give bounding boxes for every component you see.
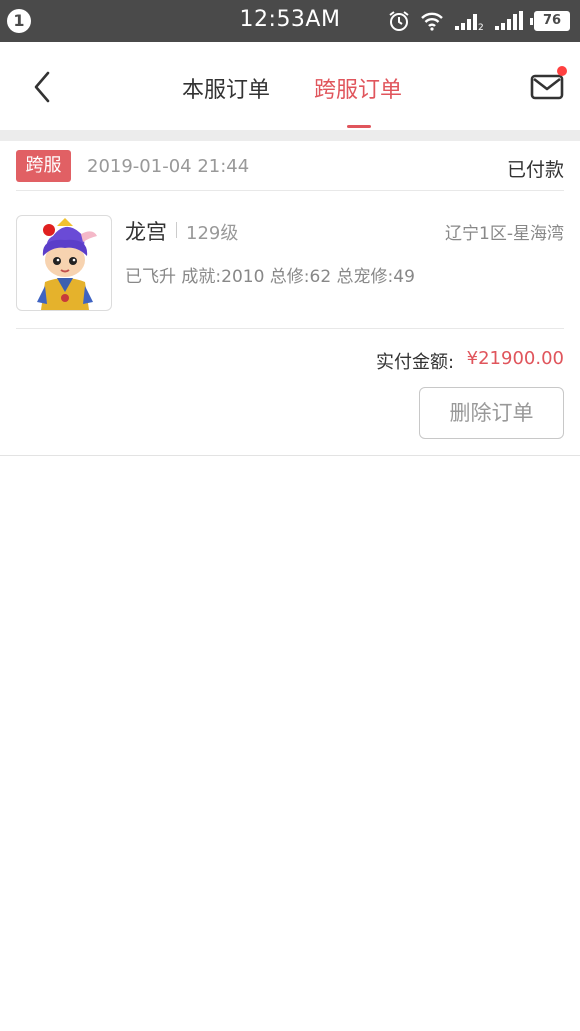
battery-icon: 76 (530, 11, 570, 31)
active-tab-indicator (347, 125, 371, 128)
role-name: 龙宫 (125, 220, 167, 244)
divider (0, 455, 580, 456)
payment-label: 实付金额: (376, 352, 455, 373)
order-type-badge: 跨服 (16, 150, 71, 182)
role-stats: 已飞升 成就:2010 总修:62 总宠修:49 (125, 267, 415, 287)
alarm-icon (388, 10, 410, 32)
divider (16, 328, 564, 329)
signal-icon-sim2: 2 (454, 11, 484, 31)
order-status: 已付款 (506, 159, 564, 181)
signal-icon-sim1 (494, 11, 524, 31)
top-nav-bar: 本服订单 跨服订单 (0, 42, 580, 130)
divider (16, 190, 564, 191)
section-divider (0, 130, 580, 141)
order-header: 跨服 2019-01-04 21:44 已付款 (0, 141, 580, 191)
payment-amount: ¥21900.00 (466, 348, 564, 369)
delete-order-button[interactable]: 删除订单 (419, 387, 564, 439)
back-icon[interactable] (28, 70, 58, 104)
divider (176, 222, 177, 238)
tab-cross-server-orders[interactable]: 跨服订单 (314, 72, 402, 104)
order-datetime: 2019-01-04 21:44 (87, 156, 250, 177)
server-name: 辽宁1区-星海湾 (445, 224, 564, 244)
mail-icon[interactable] (530, 72, 564, 102)
tab-local-orders[interactable]: 本服订单 (182, 72, 270, 104)
status-icons: 2 76 (388, 9, 570, 33)
role-avatar[interactable] (16, 215, 112, 311)
role-level: 129级 (186, 223, 239, 244)
svg-text:2: 2 (478, 23, 484, 31)
unread-dot (557, 66, 567, 76)
status-bar: 1 12:53AM 2 76 (0, 0, 580, 42)
wifi-icon (420, 11, 444, 31)
